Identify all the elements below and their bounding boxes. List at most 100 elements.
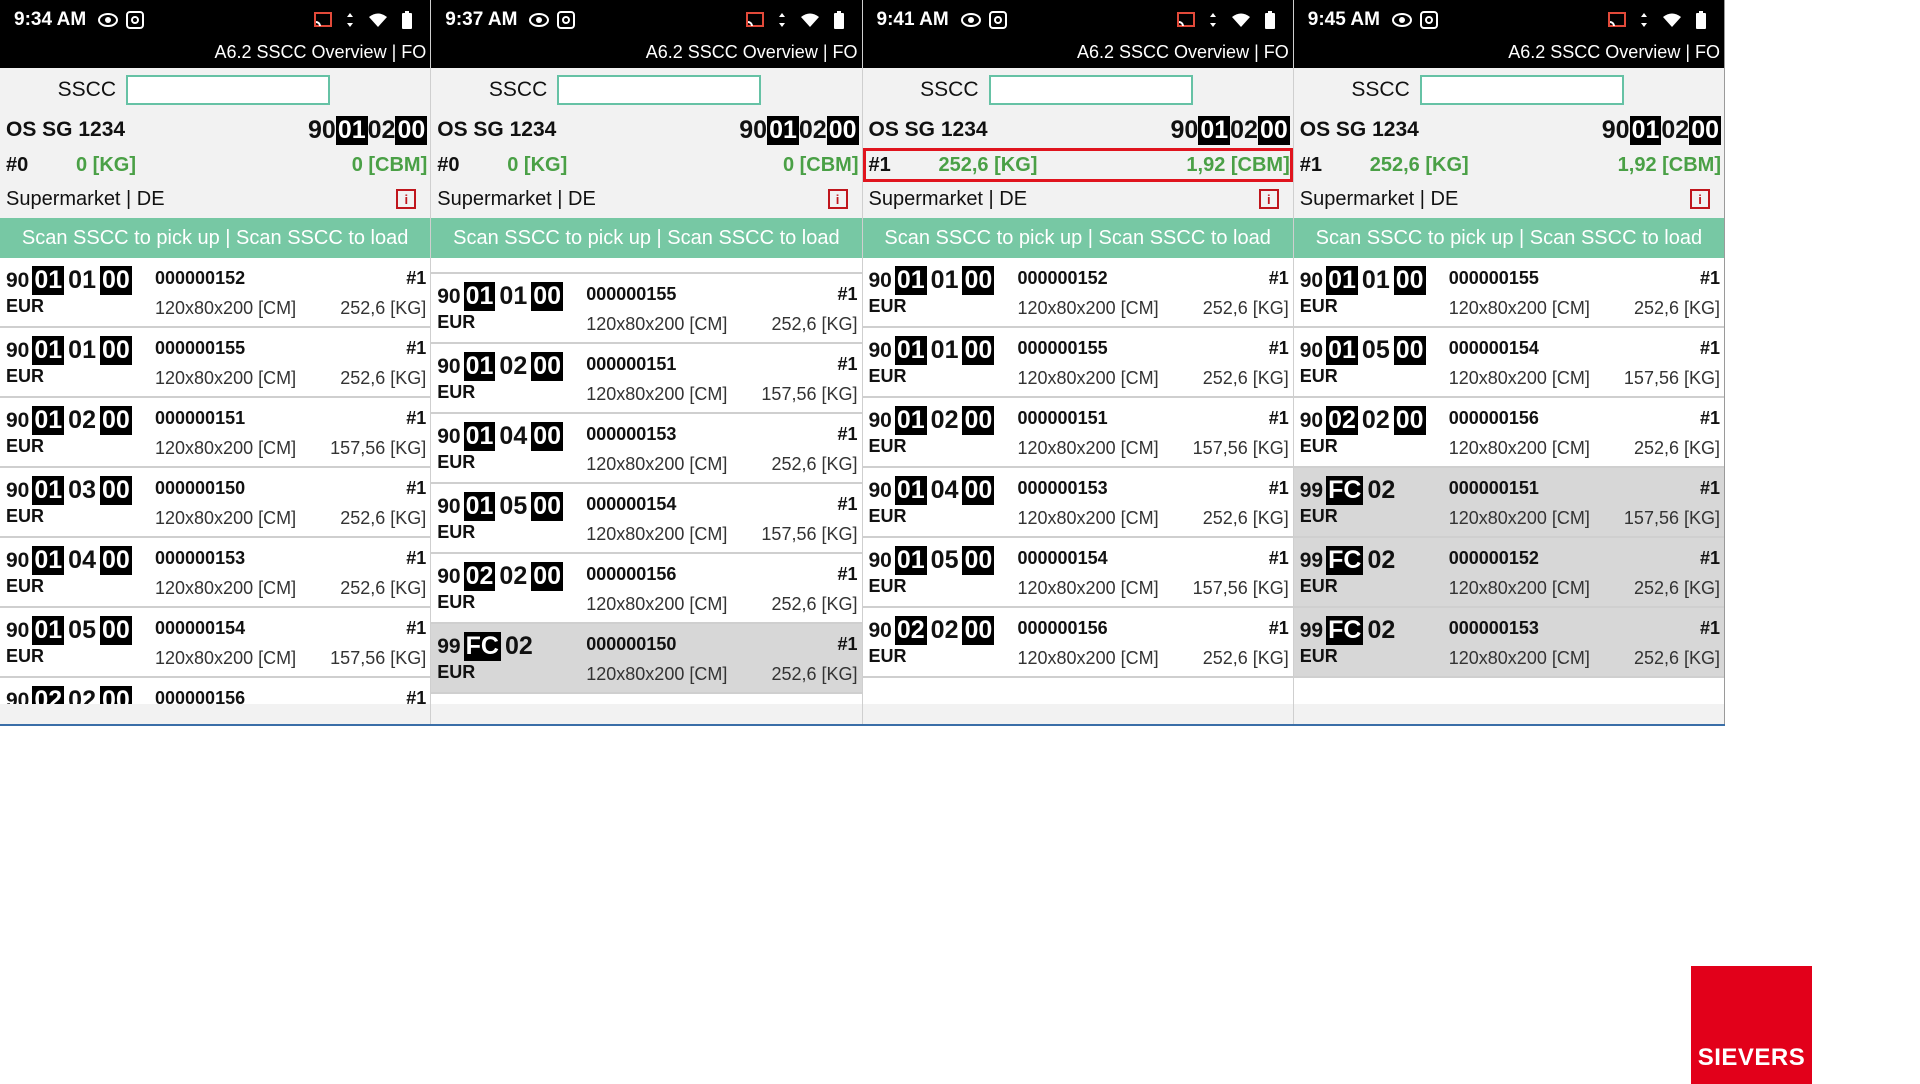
location-segment: 00 [99, 476, 132, 505]
screen-title: A6.2 SSCC Overview | FO [862, 40, 1293, 68]
sscc-list-item[interactable]: 90 01 01 00 000000155 #1 EUR 120x80x200 [CM] 252… [431, 274, 862, 344]
sscc-list-item[interactable]: 99 FC 02 000000151 #1 EUR 120x80x200 [CM] 157,5… [1293, 468, 1724, 538]
customer-row: Supermarket | DE i [431, 182, 861, 216]
sscc-input[interactable] [988, 75, 1193, 105]
location-prefix: 90 [868, 478, 892, 502]
location-segment: FC [1326, 476, 1364, 505]
sscc-input[interactable] [1419, 75, 1624, 105]
sscc-list-item[interactable]: 90 01 01 00 000000155 #1 EUR 120x80x200 [CM] 252… [1293, 258, 1724, 328]
sscc-list-item[interactable]: 90 01 05 00 000000154 #1 EUR 120x80x200 [CM] 157… [431, 484, 862, 554]
storage-location: 90 01 04 00 [437, 422, 565, 451]
sscc-list[interactable]: 90 01 01 00 000000152 #1 EUR 120x80x200 [CM] 252… [0, 258, 431, 705]
sscc-list-item[interactable]: 90 01 03 00 000000150 #1 EUR 120x80x200 [CM] 252… [0, 468, 431, 538]
cast-icon [1176, 12, 1195, 28]
sscc-number: 000000151 [1448, 478, 1539, 498]
pallet-count: #1 [1268, 548, 1289, 568]
location-segment: 01 [32, 476, 65, 505]
sscc-number: 000000155 [1017, 338, 1108, 358]
location-segment: 00 [99, 546, 132, 575]
pallet-dimensions: 120x80x200 [CM] [1448, 368, 1590, 388]
sscc-list-item[interactable]: 99 FC 02 000000152 #1 EUR 120x80x200 [CM] 252,6… [1293, 538, 1724, 608]
pallet-count: #1 [837, 354, 858, 374]
location-segment: 01 [32, 266, 65, 295]
info-icon[interactable]: i [1690, 189, 1710, 209]
sscc-list-item[interactable]: 90 01 05 00 000000154 #1 EUR 120x80x200 [CM] 157… [0, 608, 431, 678]
location-segment: 00 [962, 476, 995, 505]
pallet-weight: 157,56 [KG] [1623, 368, 1720, 388]
sscc-number: 000000152 [1448, 548, 1539, 568]
sscc-input[interactable] [557, 75, 762, 105]
sscc-input[interactable] [126, 75, 330, 105]
sscc-number: 000000153 [155, 548, 246, 568]
sscc-list-item[interactable]: 99 FC 02 000000150 #1 EUR 120x80x200 [CM] 252,6… [431, 624, 862, 694]
wifi-icon [368, 12, 388, 28]
sscc-list-item[interactable]: 90 01 01 00 000000155 #1 EUR 120x80x200 [CM] 252… [0, 328, 431, 398]
pallet-dimensions: 120x80x200 [CM] [1017, 368, 1159, 388]
wifi-icon [800, 12, 820, 28]
pallet-type: EUR [1299, 506, 1338, 526]
gate-code: 90 01 02 00 [1171, 115, 1290, 145]
info-icon[interactable]: i [827, 189, 848, 209]
sscc-list-item[interactable]: 90 01 05 00 000000154 #1 EUR 120x80x200 [CM] 157… [862, 538, 1293, 608]
pallet-count: #1 [406, 548, 427, 568]
pallet-type: EUR [6, 576, 45, 596]
status-icons [1176, 11, 1283, 29]
sscc-list-item[interactable]: 90 01 02 00 000000151 #1 EUR 120x80x200 [CM] 157… [862, 398, 1293, 468]
status-bar: 9:45 AM [1293, 0, 1724, 40]
sscc-list-item[interactable]: 90 01 04 00 000000153 #1 EUR 120x80x200 [CM] 252… [0, 538, 431, 608]
sscc-list-item[interactable]: 90020200000000156#1EUR120x80x200 [CM]252… [431, 554, 862, 624]
pallet-type: EUR [868, 436, 907, 456]
location-prefix: 90 [868, 268, 892, 292]
sscc-list-item[interactable]: 90 01 04 00 000000153 #1 EUR 120x80x200 [CM] 252… [862, 468, 1293, 538]
location-segment: 01 [894, 546, 927, 575]
sscc-list-item[interactable]: 90 01 01 00 000000155 #1 EUR 120x80x200 [CM] 252… [862, 328, 1293, 398]
sscc-list[interactable]: 90 01 01 00 000000155 #1 EUR 120x80x200 [CM] 252… [1293, 258, 1724, 704]
pallet-type: EUR [6, 296, 45, 316]
sscc-list[interactable]: 90 01 01 00 000000152 #1 EUR 120x80x200 [CM] 252… [862, 258, 1293, 704]
sscc-rows: 90 01 01 00 000000152 #1 EUR 120x80x200 [CM] 252… [862, 258, 1293, 678]
sscc-list-item[interactable]: 90020200000000156#1EUR120x80x200 [CM]252… [862, 608, 1293, 678]
location-prefix: 90 [6, 688, 30, 705]
sscc-list-item[interactable]: 90 01 04 00 000000153 #1 EUR 120x80x200 [CM] 252… [431, 414, 862, 484]
info-icon[interactable]: i [396, 189, 417, 209]
sscc-list-item[interactable]: 90020200000000156#1EUR120x80x200 [CM]252… [1293, 398, 1724, 468]
loaded-summary: #1 252,6 [KG] 1,92 [CBM] [862, 148, 1293, 182]
location-segment: 02 [463, 562, 496, 591]
pallet-dimensions: 120x80x200 [CM] [1448, 298, 1590, 318]
pallet-count: #1 [406, 478, 427, 498]
sscc-list-item[interactable]: 90 01 05 00 000000154 #1 EUR 120x80x200 [CM] 157… [1293, 328, 1724, 398]
device-screens: 9:34 AM A6.2 SSCC Overview | FO SSCC OS SG … [0, 0, 1725, 726]
info-icon[interactable]: i [1258, 189, 1279, 209]
sscc-list-item[interactable]: 90 01 01 00 000000152 #1 EUR 120x80x200 [CM] 252… [862, 258, 1293, 328]
location-segment: 00 [531, 352, 564, 381]
pallet-dimensions: 120x80x200 [CM] [586, 664, 728, 684]
sscc-list-item[interactable]: 90 01 02 00 000000151 #1 EUR 120x80x200 [CM] 157… [431, 344, 862, 414]
location-segment: 05 [68, 616, 96, 644]
sscc-list[interactable]: 90 01 01 00 000000155 #1 EUR 120x80x200 [CM] 252… [431, 258, 862, 704]
customer-name: Supermarket | DE [868, 187, 1028, 210]
sscc-number: 000000154 [1017, 548, 1108, 568]
pallet-type: EUR [6, 506, 45, 526]
pallet-dimensions: 120x80x200 [CM] [586, 594, 728, 614]
pallet-type: EUR [1299, 366, 1338, 386]
gate-code-part: 01 [335, 115, 368, 145]
pallet-count: #1 [837, 424, 858, 444]
storage-location: 90 02 02 00 [869, 616, 997, 645]
sscc-number: 000000151 [155, 408, 246, 428]
gate-code-part: 01 [767, 115, 799, 145]
gate-code-part: 02 [798, 115, 827, 144]
pallet-type: EUR [437, 452, 476, 472]
sscc-list-item[interactable]: 90 01 01 00 000000152 #1 EUR 120x80x200 [CM] 252… [0, 258, 431, 328]
location-segment: 01 [894, 406, 927, 435]
location-segment: 02 [894, 616, 927, 645]
pallet-count: #1 [1268, 268, 1289, 288]
sscc-list-item[interactable]: 90 01 02 00 000000151 #1 EUR 120x80x200 [CM] 157… [0, 398, 431, 468]
pallet-weight: 157,56 [KG] [761, 524, 858, 544]
sscc-list-item[interactable]: 99 FC 02 000000153 #1 EUR 120x80x200 [CM] 252,6… [1293, 608, 1724, 678]
pallet-count: #1 [1268, 408, 1289, 428]
storage-location: 90 01 01 00 [1300, 266, 1428, 295]
location-segment: 00 [99, 616, 132, 645]
sscc-list-item[interactable]: 90020200000000156#1EUR120x80x200 [CM]252… [0, 678, 431, 705]
pallet-type: EUR [437, 312, 476, 332]
pallet-type: EUR [868, 296, 907, 316]
